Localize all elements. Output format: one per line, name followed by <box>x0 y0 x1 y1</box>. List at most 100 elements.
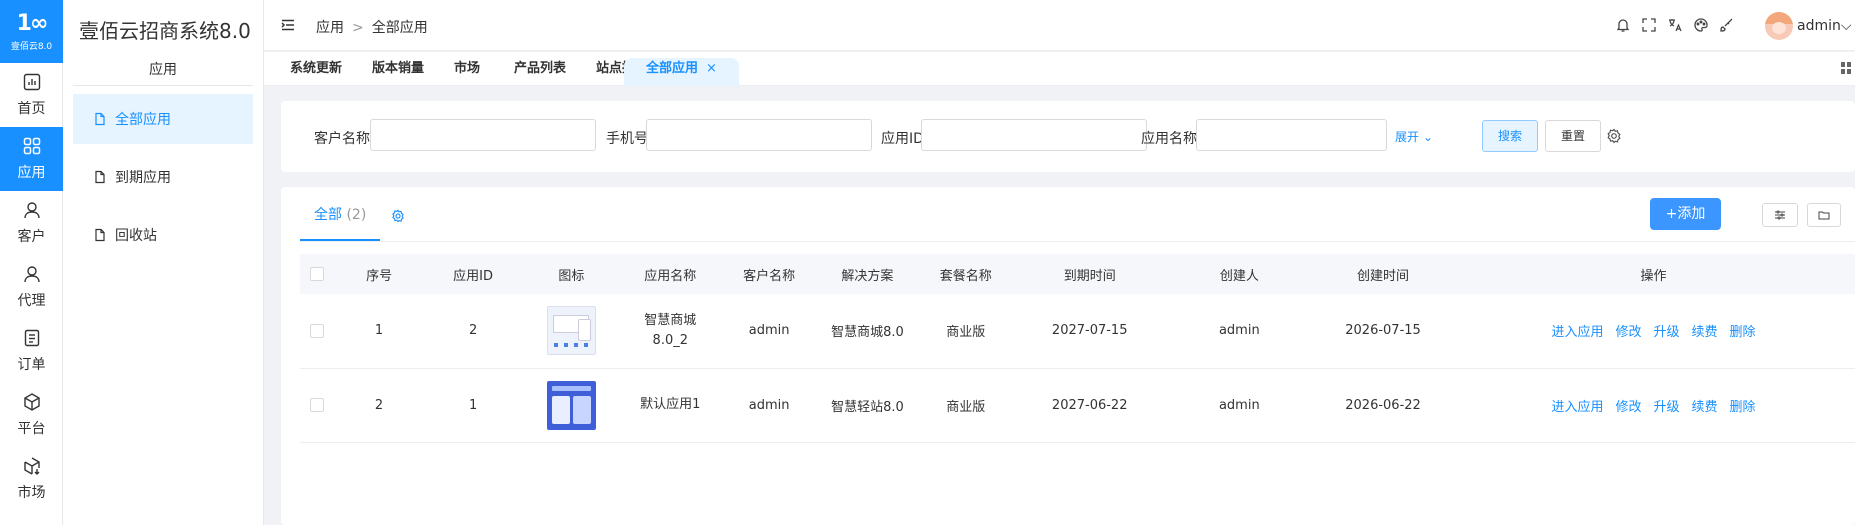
gear-icon[interactable] <box>391 209 405 223</box>
add-button[interactable]: +添加 <box>1650 198 1721 230</box>
rail-label: 代理 <box>17 293 46 309</box>
translate-icon[interactable] <box>1667 17 1683 33</box>
select-all-checkbox[interactable] <box>310 267 325 281</box>
tab-all[interactable]: 全部 (2) <box>300 203 381 241</box>
brush-icon[interactable] <box>1719 17 1735 33</box>
header-icons <box>1615 17 1735 33</box>
divider <box>300 241 1855 242</box>
app-name-input[interactable] <box>1196 119 1387 151</box>
row-checkbox-cell[interactable] <box>300 294 335 369</box>
header-checkbox-cell[interactable] <box>300 254 335 294</box>
delete-link[interactable]: 删除 <box>1730 325 1756 340</box>
customer-name-label: 客户名称 <box>314 131 370 147</box>
tab-market[interactable]: 市场 <box>454 58 480 86</box>
cell-solution: 智慧商城8.0 <box>818 294 917 369</box>
upgrade-link[interactable]: 升级 <box>1653 325 1679 340</box>
avatar[interactable] <box>1765 12 1793 40</box>
close-icon[interactable]: × <box>706 61 717 76</box>
column-header: 应用名称 <box>620 254 720 294</box>
row-checkbox[interactable] <box>310 323 325 338</box>
cube-icon <box>23 393 40 411</box>
delete-link[interactable]: 删除 <box>1730 400 1756 415</box>
enter-app-link[interactable]: 进入应用 <box>1551 400 1603 415</box>
breadcrumb: 应用 > 全部应用 <box>316 17 428 37</box>
cell-app-id: 2 <box>423 294 523 369</box>
cell-created: 2026-06-22 <box>1314 368 1452 443</box>
app-id-label: 应用ID <box>881 131 924 147</box>
tab-version-sales[interactable]: 版本销量 <box>372 58 424 86</box>
column-settings-button[interactable] <box>1762 203 1798 227</box>
sliders-icon <box>1775 210 1785 220</box>
edit-link[interactable]: 修改 <box>1615 400 1641 415</box>
folder-button[interactable] <box>1807 203 1841 227</box>
search-button[interactable]: 搜索 <box>1482 120 1538 152</box>
cell-solution: 智慧轻站8.0 <box>818 368 917 443</box>
rail-item-apps[interactable]: 应用 <box>0 127 63 191</box>
sidebar: 壹佰云招商系统8.0 应用 全部应用 到期应用 回收站 <box>63 0 264 525</box>
breadcrumb-item[interactable]: 应用 <box>316 20 344 36</box>
renew-link[interactable]: 续费 <box>1692 400 1718 415</box>
username[interactable]: admin⌵ <box>1797 18 1855 34</box>
renew-link[interactable]: 续费 <box>1692 325 1718 340</box>
column-header: 应用ID <box>423 254 523 294</box>
file-icon <box>95 170 105 184</box>
app-title: 壹佰云招商系统8.0 <box>79 19 251 43</box>
rail-label: 首页 <box>17 101 46 117</box>
rail-item-platform[interactable]: 平台 <box>0 383 63 447</box>
rail-label: 客户 <box>17 229 46 245</box>
table-header-row: 序号 应用ID 图标 应用名称 客户名称 解决方案 套餐名称 到期时间 创建人 … <box>300 254 1855 294</box>
upgrade-link[interactable]: 升级 <box>1653 400 1679 415</box>
row-checkbox-cell[interactable] <box>300 368 335 443</box>
column-header: 客户名称 <box>719 254 819 294</box>
column-header: 解决方案 <box>818 254 917 294</box>
logo[interactable]: 1∞ 壹佰云8.0 <box>0 0 63 63</box>
cell-plan: 商业版 <box>916 294 1015 369</box>
sidebar-item-label: 回收站 <box>115 228 157 244</box>
sidebar-item-expired-apps[interactable]: 到期应用 <box>73 152 253 202</box>
cell-app-name: 智慧商城 8.0_2 <box>620 294 720 369</box>
fullscreen-icon[interactable] <box>1641 17 1657 33</box>
sidebar-item-label: 到期应用 <box>115 170 171 186</box>
rail-item-customers[interactable]: 客户 <box>0 191 63 255</box>
sidebar-item-all-apps[interactable]: 全部应用 <box>73 94 253 144</box>
sidebar-item-recycle-bin[interactable]: 回收站 <box>73 210 253 260</box>
file-icon <box>95 228 105 242</box>
gear-icon[interactable] <box>1606 128 1622 144</box>
app-id-input[interactable] <box>921 119 1147 151</box>
cell-index: 2 <box>334 368 424 443</box>
sidebar-item-label: 全部应用 <box>115 112 171 128</box>
tab-bar: 系统更新 版本销量 市场 产品列表 站点授权 全部应用 × <box>264 52 1855 86</box>
phone-label: 手机号 <box>606 131 648 147</box>
enter-app-link[interactable]: 进入应用 <box>1551 325 1603 340</box>
grid-icon <box>23 137 40 155</box>
user-icon <box>23 202 40 219</box>
bell-icon[interactable] <box>1615 17 1631 33</box>
expand-toggle[interactable]: 展开 ⌄ <box>1395 128 1433 145</box>
package-icon <box>23 457 40 475</box>
menu-toggle-icon[interactable] <box>280 17 296 33</box>
customer-name-input[interactable] <box>370 119 596 151</box>
column-header: 操作 <box>1451 254 1855 294</box>
rail-label: 市场 <box>17 485 46 501</box>
rail-item-agents[interactable]: 代理 <box>0 255 63 319</box>
phone-input[interactable] <box>646 119 872 151</box>
rail-item-orders[interactable]: 订单 <box>0 319 63 383</box>
tab-system-update[interactable]: 系统更新 <box>290 58 342 86</box>
row-checkbox[interactable] <box>310 398 325 412</box>
rail-label: 订单 <box>17 357 46 373</box>
rail-item-home[interactable]: 首页 <box>0 63 63 127</box>
reset-button[interactable]: 重置 <box>1545 120 1601 152</box>
tab-label: 全部应用 <box>646 61 699 76</box>
breadcrumb-item: 全部应用 <box>371 20 428 36</box>
tab-all-apps[interactable]: 全部应用 × <box>624 58 739 86</box>
cell-plan: 商业版 <box>916 368 1015 443</box>
edit-link[interactable]: 修改 <box>1615 325 1641 340</box>
tab-product-list[interactable]: 产品列表 <box>514 58 566 86</box>
cell-icon <box>522 368 621 443</box>
rail-item-market[interactable]: 市场 <box>0 447 63 511</box>
app-name-line: 8.0_2 <box>652 332 688 348</box>
sidebar-group-title: 应用 <box>73 62 253 86</box>
palette-icon[interactable] <box>1693 17 1709 33</box>
cell-icon <box>522 294 621 369</box>
tab-menu-icon[interactable] <box>1841 62 1851 74</box>
